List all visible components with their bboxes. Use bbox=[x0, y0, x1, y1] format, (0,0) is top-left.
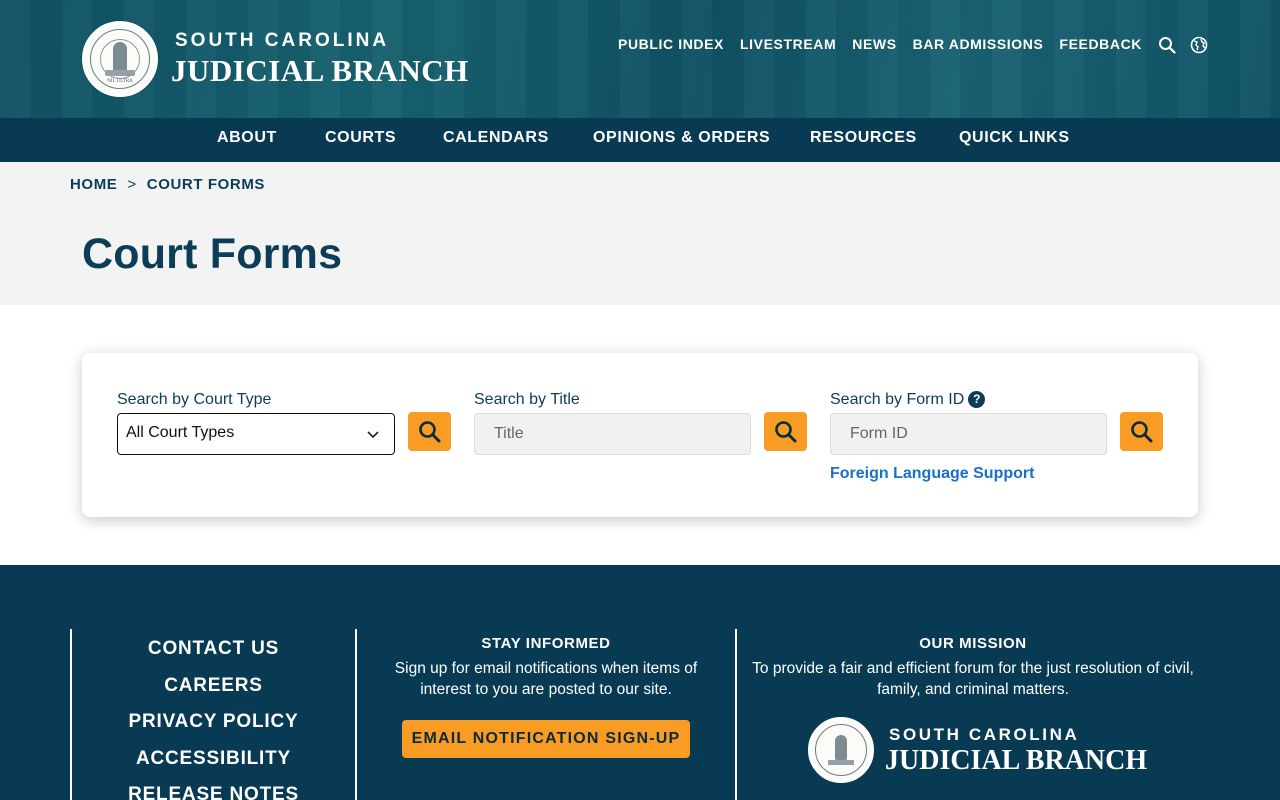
form-id-label-text: Search by Form ID bbox=[830, 391, 965, 408]
stay-informed-title: STAY INFORMED bbox=[481, 635, 611, 652]
title-label: Search by Title bbox=[474, 391, 580, 408]
main-navigation: ABOUT COURTS CALENDARS OPINIONS & ORDERS… bbox=[0, 118, 1280, 162]
email-signup-button[interactable]: EMAIL NOTIFICATION SIGN-UP bbox=[402, 720, 690, 758]
seal-base bbox=[105, 70, 135, 76]
footer-link-careers[interactable]: CAREERS bbox=[72, 674, 355, 711]
nav-item-calendars[interactable]: CALENDARS bbox=[443, 129, 549, 147]
mission-text: To provide a fair and efficient forum fo… bbox=[752, 660, 1194, 698]
brand-state[interactable]: SOUTH CAROLINA bbox=[175, 30, 389, 52]
breadcrumb-current: COURT FORMS bbox=[146, 176, 266, 193]
breadcrumb-home[interactable]: HOME bbox=[70, 176, 117, 193]
search-icon bbox=[419, 421, 441, 443]
globe-icon[interactable] bbox=[1190, 36, 1208, 54]
utility-nav: PUBLIC INDEX LIVESTREAM NEWS BAR ADMISSI… bbox=[618, 35, 1222, 54]
title-search-button[interactable] bbox=[764, 412, 807, 451]
footer-link-privacy-policy[interactable]: PRIVACY POLICY bbox=[72, 710, 355, 747]
court-type-selected-value: All Court Types bbox=[126, 424, 235, 441]
mission-title: OUR MISSION bbox=[919, 635, 1027, 652]
chevron-down-icon bbox=[367, 431, 379, 439]
footer-links: CONTACT US CAREERS PRIVACY POLICY ACCESS… bbox=[72, 637, 355, 800]
help-icon[interactable]: ? bbox=[968, 391, 986, 408]
utility-link-feedback[interactable]: FEEDBACK bbox=[1059, 36, 1142, 52]
footer-link-release-notes[interactable]: RELEASE NOTES bbox=[72, 783, 355, 800]
form-id-search-input[interactable] bbox=[830, 413, 1107, 455]
nav-item-courts[interactable]: COURTS bbox=[325, 129, 396, 147]
footer-divider bbox=[355, 629, 357, 800]
footer-link-contact-us[interactable]: CONTACT US bbox=[72, 637, 355, 674]
footer-brand-state: SOUTH CAROLINA bbox=[889, 725, 1080, 744]
title-search-input[interactable] bbox=[474, 413, 751, 455]
court-type-select[interactable]: All Court Types bbox=[117, 413, 395, 455]
court-type-label: Search by Court Type bbox=[117, 391, 272, 408]
court-type-search-button[interactable] bbox=[408, 412, 451, 451]
page-title: Court Forms bbox=[82, 230, 343, 278]
footer-court-seal-logo bbox=[808, 717, 874, 783]
utility-link-news[interactable]: NEWS bbox=[852, 36, 896, 52]
court-seal-logo[interactable]: NIL ULTRA bbox=[82, 21, 158, 97]
foreign-language-support-link[interactable]: Foreign Language Support bbox=[830, 465, 1034, 483]
search-icon[interactable] bbox=[1158, 36, 1176, 54]
footer-brand-name: JUDICIAL BRANCH bbox=[885, 745, 1148, 776]
nav-item-resources[interactable]: RESOURCES bbox=[810, 129, 917, 147]
seal-figure bbox=[113, 42, 127, 72]
stay-informed-text: Sign up for email notifications when ite… bbox=[394, 660, 698, 698]
site-header: NIL ULTRA SOUTH CAROLINA JUDICIAL BRANCH… bbox=[0, 0, 1280, 118]
nav-item-quick-links[interactable]: QUICK LINKS bbox=[959, 129, 1070, 147]
form-id-search-button[interactable] bbox=[1120, 412, 1163, 451]
site-footer: CONTACT US CAREERS PRIVACY POLICY ACCESS… bbox=[0, 565, 1280, 800]
page-header-band: HOME > COURT FORMS Court Forms bbox=[0, 162, 1280, 305]
form-id-label: Search by Form ID? bbox=[830, 391, 986, 409]
nav-item-about[interactable]: ABOUT bbox=[217, 129, 277, 147]
seal-base bbox=[828, 760, 854, 765]
search-icon bbox=[775, 421, 797, 443]
brand-name[interactable]: JUDICIAL BRANCH bbox=[171, 53, 469, 89]
footer-link-accessibility[interactable]: ACCESSIBILITY bbox=[72, 747, 355, 784]
nav-item-opinions-orders[interactable]: OPINIONS & ORDERS bbox=[593, 129, 770, 147]
seal-motto: NIL ULTRA bbox=[107, 79, 133, 84]
utility-link-livestream[interactable]: LIVESTREAM bbox=[740, 36, 836, 52]
form-search-card: Search by Court Type All Court Types Sea… bbox=[82, 353, 1198, 517]
search-icon bbox=[1131, 421, 1153, 443]
breadcrumb: HOME > COURT FORMS bbox=[70, 176, 265, 193]
utility-link-bar-admissions[interactable]: BAR ADMISSIONS bbox=[913, 36, 1044, 52]
breadcrumb-separator: > bbox=[127, 176, 137, 193]
seal-figure bbox=[835, 735, 847, 761]
footer-divider bbox=[735, 629, 737, 800]
utility-link-public-index[interactable]: PUBLIC INDEX bbox=[618, 36, 724, 52]
